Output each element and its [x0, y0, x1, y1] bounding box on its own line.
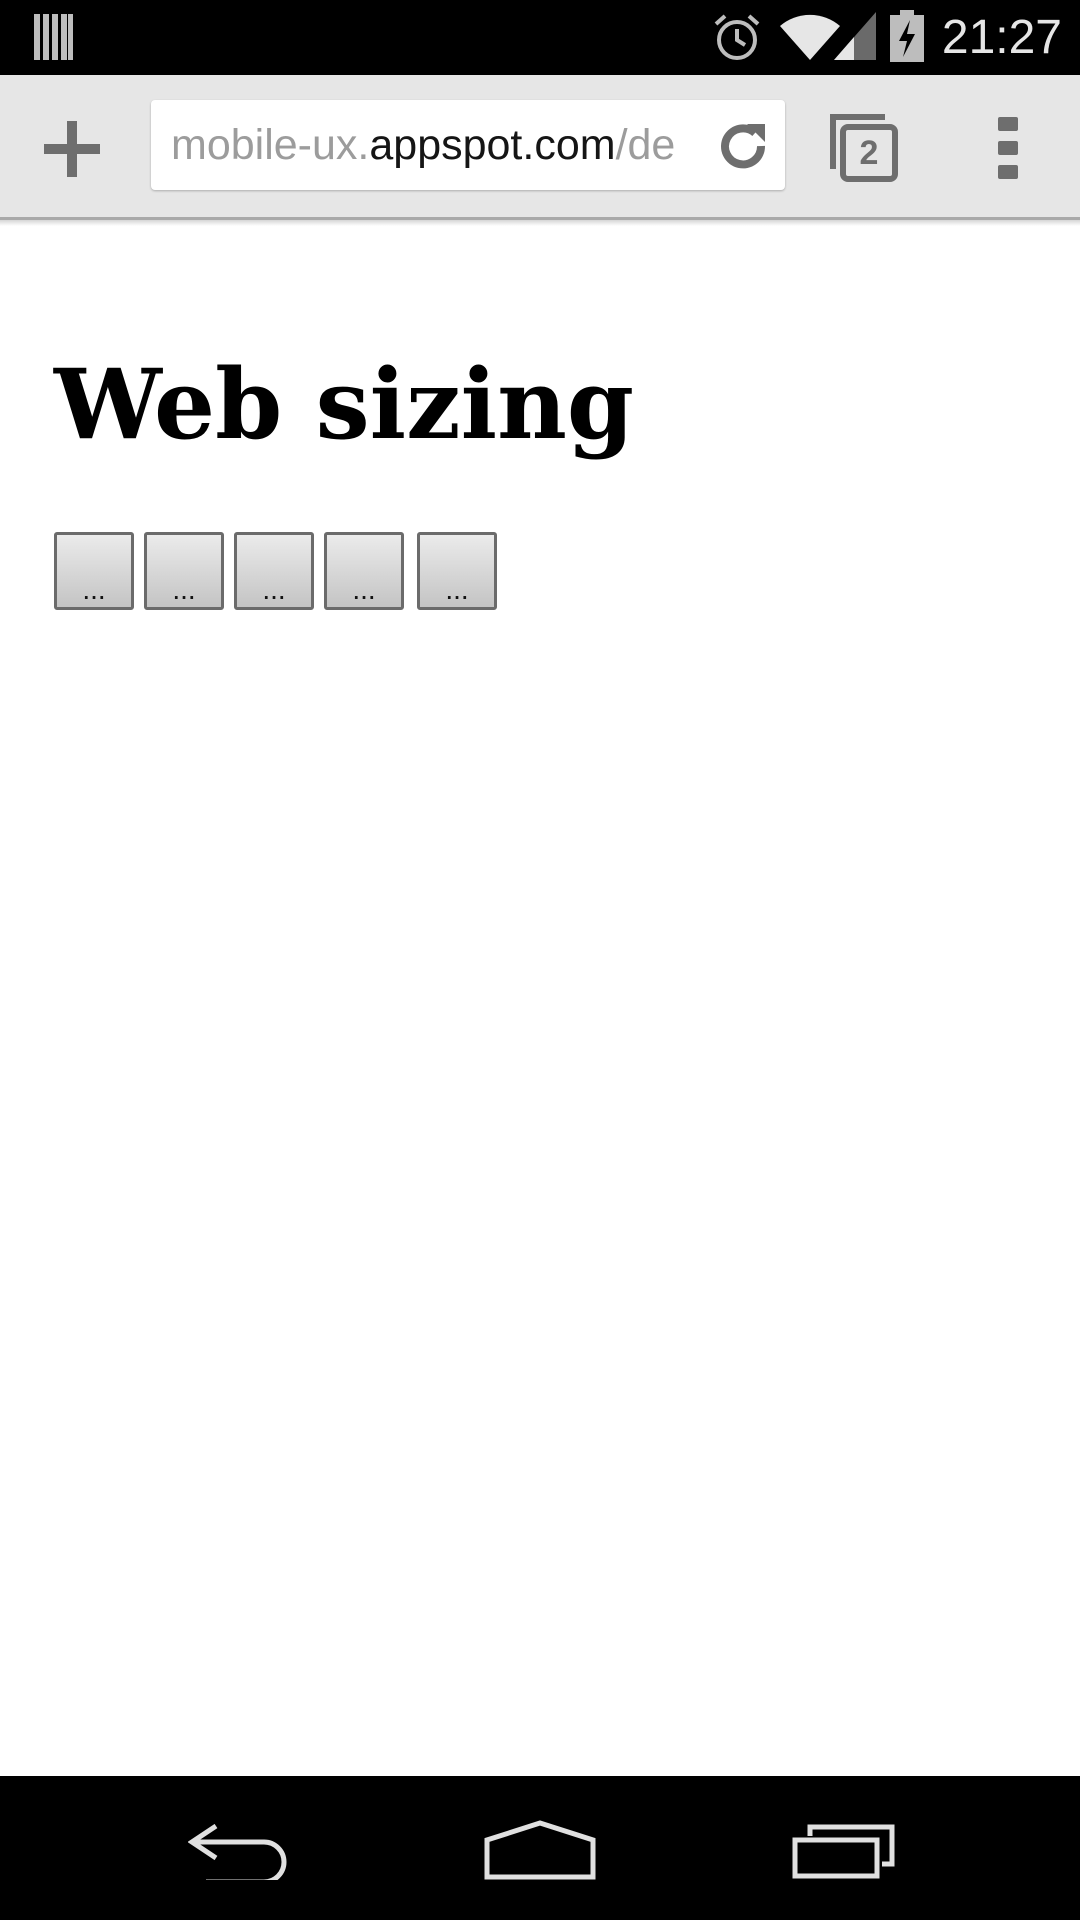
dots-button-label: ... [172, 574, 196, 605]
dots-button-1[interactable]: ... [54, 532, 134, 610]
alarm-icon [714, 14, 760, 60]
url-domain: appspot.com [369, 121, 616, 169]
dots-button-label: ... [82, 574, 106, 605]
battery-charging-icon [890, 10, 924, 62]
navigation-bar [0, 1776, 1080, 1920]
home-icon[interactable] [484, 1820, 596, 1880]
url-prefix: mobile-ux. [171, 121, 370, 169]
reload-icon[interactable] [717, 120, 769, 172]
page-title: Web sizing [54, 348, 635, 461]
back-icon[interactable] [188, 1824, 290, 1880]
dots-button-label: ... [352, 574, 376, 605]
tab-switcher-button[interactable]: 2 [829, 113, 899, 183]
toolbar-shadow [0, 220, 1080, 226]
address-bar[interactable]: mobile-ux.appspot.com/de [151, 100, 785, 190]
browser-toolbar: mobile-ux.appspot.com/de 2 [0, 75, 1080, 220]
overflow-menu-icon[interactable] [998, 117, 1018, 179]
clock: 21:27 [941, 11, 1062, 64]
dots-button-5[interactable]: ... [417, 532, 497, 610]
url-text[interactable]: mobile-ux.appspot.com/de [171, 100, 711, 190]
dots-button-label: ... [262, 574, 286, 605]
dots-button-label: ... [445, 574, 469, 605]
status-bar: 21:27 [0, 0, 1080, 75]
url-suffix: /de [615, 121, 676, 169]
wifi-icon [780, 14, 840, 60]
dots-button-4[interactable]: ... [324, 532, 404, 610]
dots-button-3[interactable]: ... [234, 532, 314, 610]
dots-button-2[interactable]: ... [144, 532, 224, 610]
plus-icon[interactable] [44, 121, 100, 177]
tab-count: 2 [859, 134, 879, 172]
recent-apps-icon[interactable] [792, 1824, 896, 1880]
notification-bars-icon [34, 14, 73, 60]
signal-icon [834, 12, 876, 60]
